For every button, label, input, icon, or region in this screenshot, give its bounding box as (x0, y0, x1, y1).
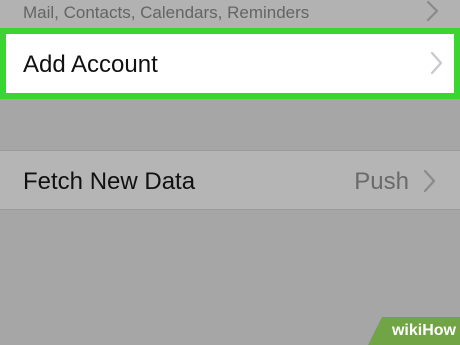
chevron-right-icon (423, 169, 437, 193)
account-cell-partial[interactable]: Mail, Contacts, Calendars, Reminders (0, 0, 460, 28)
wikihow-logo-text: wikiHow (391, 322, 456, 339)
fetch-new-data-label: Fetch New Data (23, 168, 196, 195)
separator (0, 209, 460, 210)
account-subtitle: Mail, Contacts, Calendars, Reminders (23, 3, 310, 22)
wikihow-watermark: wikiHow (368, 317, 460, 345)
add-account-label: Add Account (23, 51, 158, 78)
fetch-new-data-row[interactable]: Fetch New Data Push (0, 151, 460, 209)
fetch-new-data-value: Push (354, 168, 409, 195)
chevron-right-icon (430, 51, 444, 75)
chevron-right-icon (426, 0, 440, 27)
add-account-row[interactable]: Add Account (6, 34, 454, 93)
